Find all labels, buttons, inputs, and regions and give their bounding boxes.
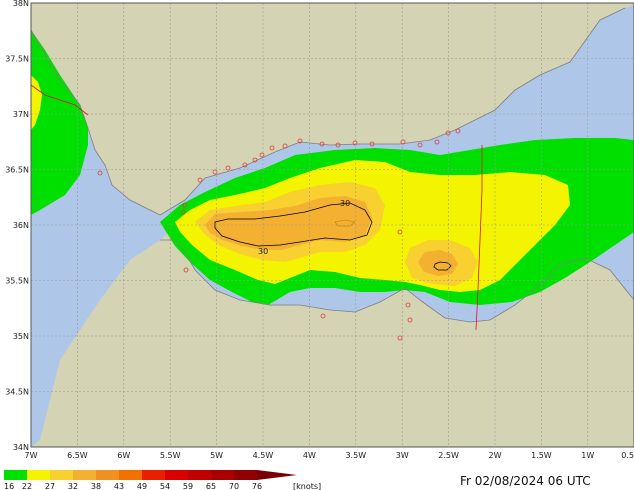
legend-color-swatch <box>234 470 257 480</box>
legend-color-swatch <box>73 470 96 480</box>
legend-value: 27 <box>45 482 55 490</box>
map-grid-overlay: 38N37.5N37N36.5N36N35.5N35N34.5N34N 7W 6.… <box>4 0 634 490</box>
legend-color-swatch <box>4 470 27 480</box>
longitude-label: 6.5W <box>67 451 88 460</box>
legend-color-swatch <box>188 470 211 480</box>
legend-arrow-tip <box>257 470 297 480</box>
legend-value: 16 <box>4 482 14 490</box>
longitude-labels: 7W 6.5W 6W 5.5W 5W 4.5W 4W 3.5W 3W 2.5W 2W 1.5W 1W 0.… <box>25 451 634 460</box>
legend-units: [knots] <box>293 482 321 490</box>
legend-value: 76 <box>252 482 262 490</box>
longitude-label: 2W <box>489 451 502 460</box>
legend-value: 70 <box>229 482 239 490</box>
longitude-label: 3.5W <box>345 451 366 460</box>
legend-color-swatch <box>119 470 142 480</box>
legend-value: 43 <box>114 482 124 490</box>
legend-color-swatch <box>96 470 119 480</box>
longitude-label: 5.5W <box>160 451 181 460</box>
longitude-label: 5W <box>210 451 223 460</box>
legend-color-swatch <box>165 470 188 480</box>
forecast-timestamp: Fr 02/08/2024 06 UTC <box>460 474 591 488</box>
latitude-label: 34.5N <box>5 388 29 397</box>
legend-value: 49 <box>137 482 147 490</box>
legend-color-swatch <box>27 470 50 480</box>
latitude-label: 35.5N <box>5 277 29 286</box>
legend-value: 22 <box>22 482 32 490</box>
legend-value: 54 <box>160 482 170 490</box>
legend-value: 65 <box>206 482 216 490</box>
longitude-label: 2.5W <box>438 451 459 460</box>
legend-color-swatch <box>211 470 234 480</box>
latitude-label: 36N <box>13 221 29 230</box>
latitude-label: 38N <box>13 0 29 8</box>
longitude-label: 3W <box>396 451 409 460</box>
longitude-label: 7W <box>25 451 38 460</box>
latitude-label: 37N <box>13 110 29 119</box>
wind-speed-legend: 16 22 27 32 38 43 49 54 59 65 70 76 [knots] <box>4 470 321 490</box>
latitude-labels: 38N37.5N37N36.5N36N35.5N35N34.5N34N <box>5 0 29 452</box>
longitude-label: 1W <box>581 451 594 460</box>
legend-color-swatch <box>142 470 165 480</box>
latitude-label: 36.5N <box>5 166 29 175</box>
graticule <box>30 2 634 448</box>
longitude-label: 4W <box>303 451 316 460</box>
latitude-label: 37.5N <box>5 55 29 64</box>
legend-value: 38 <box>91 482 101 490</box>
legend-value: 32 <box>68 482 78 490</box>
legend-color-swatch <box>50 470 73 480</box>
longitude-label: 6W <box>117 451 130 460</box>
longitude-label: 1.5W <box>531 451 552 460</box>
longitude-label: 4.5W <box>253 451 274 460</box>
longitude-label: 0.5 <box>621 451 634 460</box>
legend-value: 59 <box>183 482 193 490</box>
latitude-label: 35N <box>13 332 29 341</box>
